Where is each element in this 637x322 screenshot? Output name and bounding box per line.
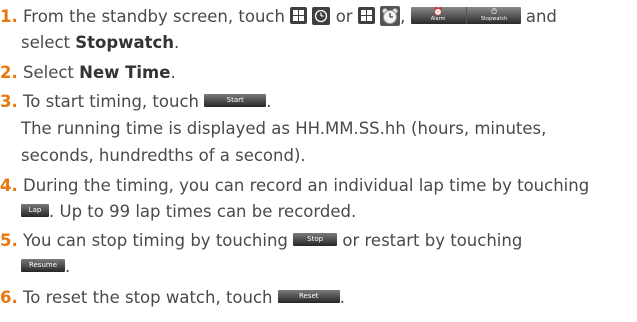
step-1-line-2: select Stopwatch. — [21, 33, 180, 52]
step-2: 2. Select New Time. — [0, 63, 176, 82]
step-3-line-1: 3. To start timing, touch Start. — [0, 92, 272, 111]
lap-button[interactable]: Lap — [21, 204, 49, 217]
clock-tab-bar: ⏰ Alarm ⏱ Stopwatch — [410, 7, 522, 24]
menu-option-new-time: New Time — [79, 63, 171, 82]
menu-option-stopwatch: Stopwatch — [75, 33, 174, 52]
resume-button[interactable]: Resume — [21, 259, 65, 272]
alarm-icon: ⏰ — [433, 7, 444, 16]
menu-grid-icon[interactable] — [357, 7, 375, 24]
or-text: or — [335, 7, 353, 26]
stopwatch-tab-button[interactable]: ⏱ Stopwatch — [465, 7, 522, 24]
menu-grid-icon[interactable] — [290, 7, 308, 24]
step-5-line-2: Resume. — [21, 256, 70, 278]
step-number: 3. — [0, 92, 18, 111]
alarm-tab-button[interactable]: ⏰ Alarm — [411, 7, 466, 24]
instruction-page: 1. From the standby screen, touch or , ⏰… — [0, 0, 637, 322]
step-number: 4. — [0, 176, 18, 195]
step-6: 6. To reset the stop watch, touch Reset. — [0, 288, 345, 307]
step-4-line-1: 4. During the timing, you can record an … — [0, 176, 590, 195]
step-3-line-2: The running time is displayed as HH.MM.S… — [21, 119, 547, 138]
stop-button[interactable]: Stop — [293, 233, 338, 246]
step-text: From the standby screen, touch — [23, 7, 285, 26]
step-number: 2. — [0, 63, 18, 82]
step-3-line-3: seconds, hundredths of a second). — [21, 146, 306, 165]
alarm-clock-icon[interactable] — [380, 5, 401, 26]
stopwatch-icon: ⏱ — [490, 7, 498, 16]
step-number: 6. — [0, 288, 18, 307]
step-number: 5. — [0, 231, 18, 250]
step-text: and — [525, 7, 557, 26]
step-4-line-2: Lap. Up to 99 lap times can be recorded. — [21, 201, 356, 223]
step-5-line-1: 5. You can stop timing by touching Stop … — [0, 231, 523, 250]
start-button[interactable]: Start — [204, 94, 267, 107]
step-1-line-1: 1. From the standby screen, touch or , ⏰… — [0, 5, 557, 28]
comma-text: , — [400, 7, 406, 26]
reset-button[interactable]: Reset — [277, 290, 340, 303]
step-number: 1. — [0, 7, 18, 26]
clock-icon[interactable] — [312, 6, 331, 25]
